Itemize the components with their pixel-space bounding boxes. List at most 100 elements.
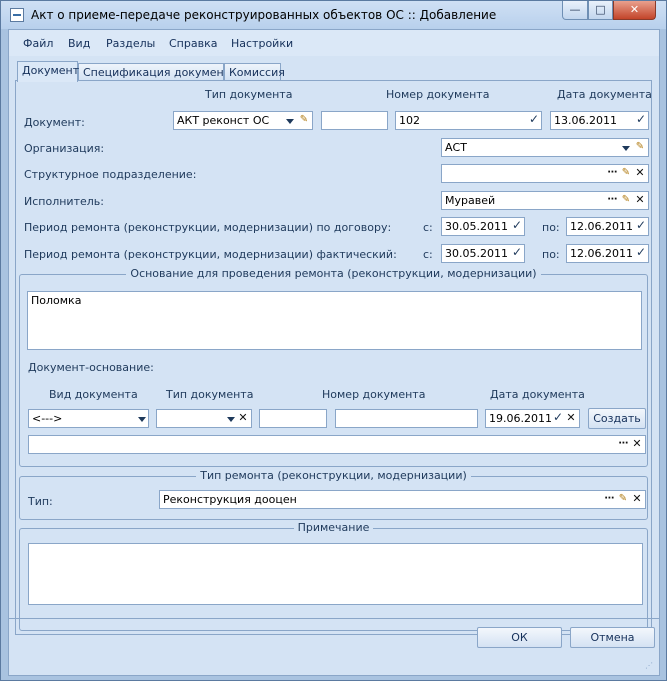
- department-label: Структурное подразделение:: [24, 168, 197, 181]
- browse-icon[interactable]: ⋯: [616, 437, 630, 451]
- executor-value: Муравей: [445, 194, 496, 207]
- doc-date-field[interactable]: 13.06.2011: [550, 111, 649, 130]
- executor-field[interactable]: Муравей ⋯ ✎ ✕: [441, 191, 649, 210]
- doc-type-header: Тип документа: [205, 88, 293, 101]
- maximize-button[interactable]: □: [588, 1, 613, 20]
- clear-icon[interactable]: ✕: [564, 411, 578, 425]
- period-actual-label: Период ремонта (реконструкции, модерниза…: [24, 248, 397, 261]
- period-contract-to-value: 12.06.2011: [570, 220, 633, 233]
- create-button[interactable]: Создать: [588, 408, 646, 429]
- note-textarea[interactable]: [28, 543, 643, 605]
- chevron-down-icon[interactable]: [619, 139, 632, 156]
- menu-help[interactable]: Справка: [169, 37, 217, 50]
- clear-icon[interactable]: ✕: [236, 411, 250, 425]
- calendar-check-icon[interactable]: [510, 245, 524, 262]
- tab-commission[interactable]: Комиссия: [224, 63, 285, 81]
- clear-icon[interactable]: ✕: [630, 492, 644, 506]
- chevron-down-icon[interactable]: [283, 112, 296, 129]
- menu-file[interactable]: Файл: [23, 37, 53, 50]
- chevron-down-icon[interactable]: [135, 410, 148, 427]
- browse-icon[interactable]: ⋯: [605, 166, 619, 180]
- app-icon: [10, 8, 24, 22]
- clear-icon[interactable]: ✕: [630, 437, 644, 451]
- base-type-select[interactable]: ✕: [156, 409, 252, 428]
- base-doc-label: Документ-основание:: [28, 361, 154, 374]
- period-contract-from-value: 30.05.2011: [445, 220, 508, 233]
- tab-specification[interactable]: Спецификация документа: [78, 63, 237, 81]
- minimize-button[interactable]: —: [562, 1, 588, 20]
- base-prefix-field[interactable]: [259, 409, 327, 428]
- cancel-button[interactable]: Отмена: [570, 627, 655, 648]
- base-number-field[interactable]: [335, 409, 478, 428]
- base-date-header: Дата документа: [490, 388, 585, 401]
- period-actual-from-value: 30.05.2011: [445, 247, 508, 260]
- base-date-field[interactable]: 19.06.2011 ✕: [485, 409, 580, 428]
- executor-label: Исполнитель:: [24, 195, 104, 208]
- base-kind-header: Вид документа: [49, 388, 138, 401]
- tab-document[interactable]: Документ: [17, 61, 79, 82]
- resize-grip-icon[interactable]: ⋰: [645, 661, 655, 671]
- calendar-check-icon[interactable]: [551, 410, 565, 427]
- note-group-title: Примечание: [293, 521, 374, 534]
- period-actual-from-label: с:: [423, 248, 433, 261]
- dialog-window: Акт о приеме-передаче реконструированных…: [0, 0, 667, 681]
- period-contract-from-field[interactable]: 30.05.2011: [441, 217, 525, 236]
- repair-type-field[interactable]: Реконструкция дооцен ⋯ ✎ ✕: [159, 490, 646, 509]
- organization-value: АСТ: [445, 141, 467, 154]
- period-actual-from-field[interactable]: 30.05.2011: [441, 244, 525, 263]
- repair-type-group-title: Тип ремонта (реконструкции, модернизации…: [196, 469, 471, 482]
- clear-icon[interactable]: ✕: [633, 193, 647, 207]
- doc-type-value: АКТ реконст ОС: [177, 114, 270, 127]
- calendar-check-icon[interactable]: [634, 112, 648, 129]
- doc-date-header: Дата документа: [557, 88, 652, 101]
- title-bar[interactable]: Акт о приеме-передаче реконструированных…: [1, 1, 666, 29]
- period-actual-to-field[interactable]: 12.06.2011: [566, 244, 649, 263]
- basis-textarea[interactable]: Поломка: [27, 291, 642, 350]
- pencil-icon[interactable]: ✎: [616, 492, 630, 506]
- calendar-check-icon[interactable]: [634, 245, 648, 262]
- pencil-icon[interactable]: ✎: [619, 166, 633, 180]
- close-button[interactable]: ✕: [613, 1, 656, 20]
- doc-number-value: 102: [399, 114, 420, 127]
- browse-icon[interactable]: ⋯: [605, 193, 619, 207]
- base-number-header: Номер документа: [322, 388, 426, 401]
- doc-date-value: 13.06.2011: [554, 114, 617, 127]
- menu-sections[interactable]: Разделы: [106, 37, 155, 50]
- document-label: Документ:: [24, 116, 85, 129]
- ok-button[interactable]: ОК: [477, 627, 562, 648]
- basis-group-title: Основание для проведения ремонта (реконс…: [126, 267, 541, 280]
- pencil-icon[interactable]: ✎: [297, 113, 311, 127]
- base-kind-select[interactable]: <--->: [28, 409, 149, 428]
- doc-type-select[interactable]: АКТ реконст ОС ✎: [173, 111, 313, 130]
- clear-icon[interactable]: ✕: [633, 166, 647, 180]
- period-contract-to-label: по:: [542, 221, 560, 234]
- calendar-check-icon[interactable]: [510, 218, 524, 235]
- menu-bar: Файл Вид Разделы Справка Настройки: [9, 30, 659, 56]
- period-actual-to-label: по:: [542, 248, 560, 261]
- base-date-value: 19.06.2011: [489, 412, 552, 425]
- window-title: Акт о приеме-передаче реконструированных…: [31, 8, 497, 22]
- repair-type-value: Реконструкция дооцен: [163, 493, 297, 506]
- period-actual-to-value: 12.06.2011: [570, 247, 633, 260]
- base-doc-ref-field[interactable]: ⋯ ✕: [28, 435, 646, 454]
- menu-view[interactable]: Вид: [68, 37, 90, 50]
- base-type-header: Тип документа: [166, 388, 254, 401]
- repair-type-group: Тип ремонта (реконструкции, модернизации…: [19, 469, 648, 520]
- doc-number-select[interactable]: 102: [395, 111, 542, 130]
- client-area: Файл Вид Разделы Справка Настройки Докум…: [8, 29, 660, 676]
- pencil-icon[interactable]: ✎: [633, 140, 647, 154]
- period-contract-label: Период ремонта (реконструкции, модерниза…: [24, 221, 392, 234]
- pencil-icon[interactable]: ✎: [619, 193, 633, 207]
- browse-icon[interactable]: ⋯: [602, 492, 616, 506]
- base-kind-value: <--->: [32, 412, 63, 425]
- department-field[interactable]: ⋯ ✎ ✕: [441, 164, 649, 183]
- period-contract-from-label: с:: [423, 221, 433, 234]
- period-contract-to-field[interactable]: 12.06.2011: [566, 217, 649, 236]
- doc-prefix-field[interactable]: [321, 111, 388, 130]
- organization-select[interactable]: АСТ ✎: [441, 138, 649, 157]
- repair-type-label: Тип:: [28, 495, 53, 508]
- calendar-check-icon[interactable]: [634, 218, 648, 235]
- menu-settings[interactable]: Настройки: [231, 37, 293, 50]
- basis-group: Основание для проведения ремонта (реконс…: [19, 267, 648, 467]
- check-icon[interactable]: [527, 112, 541, 129]
